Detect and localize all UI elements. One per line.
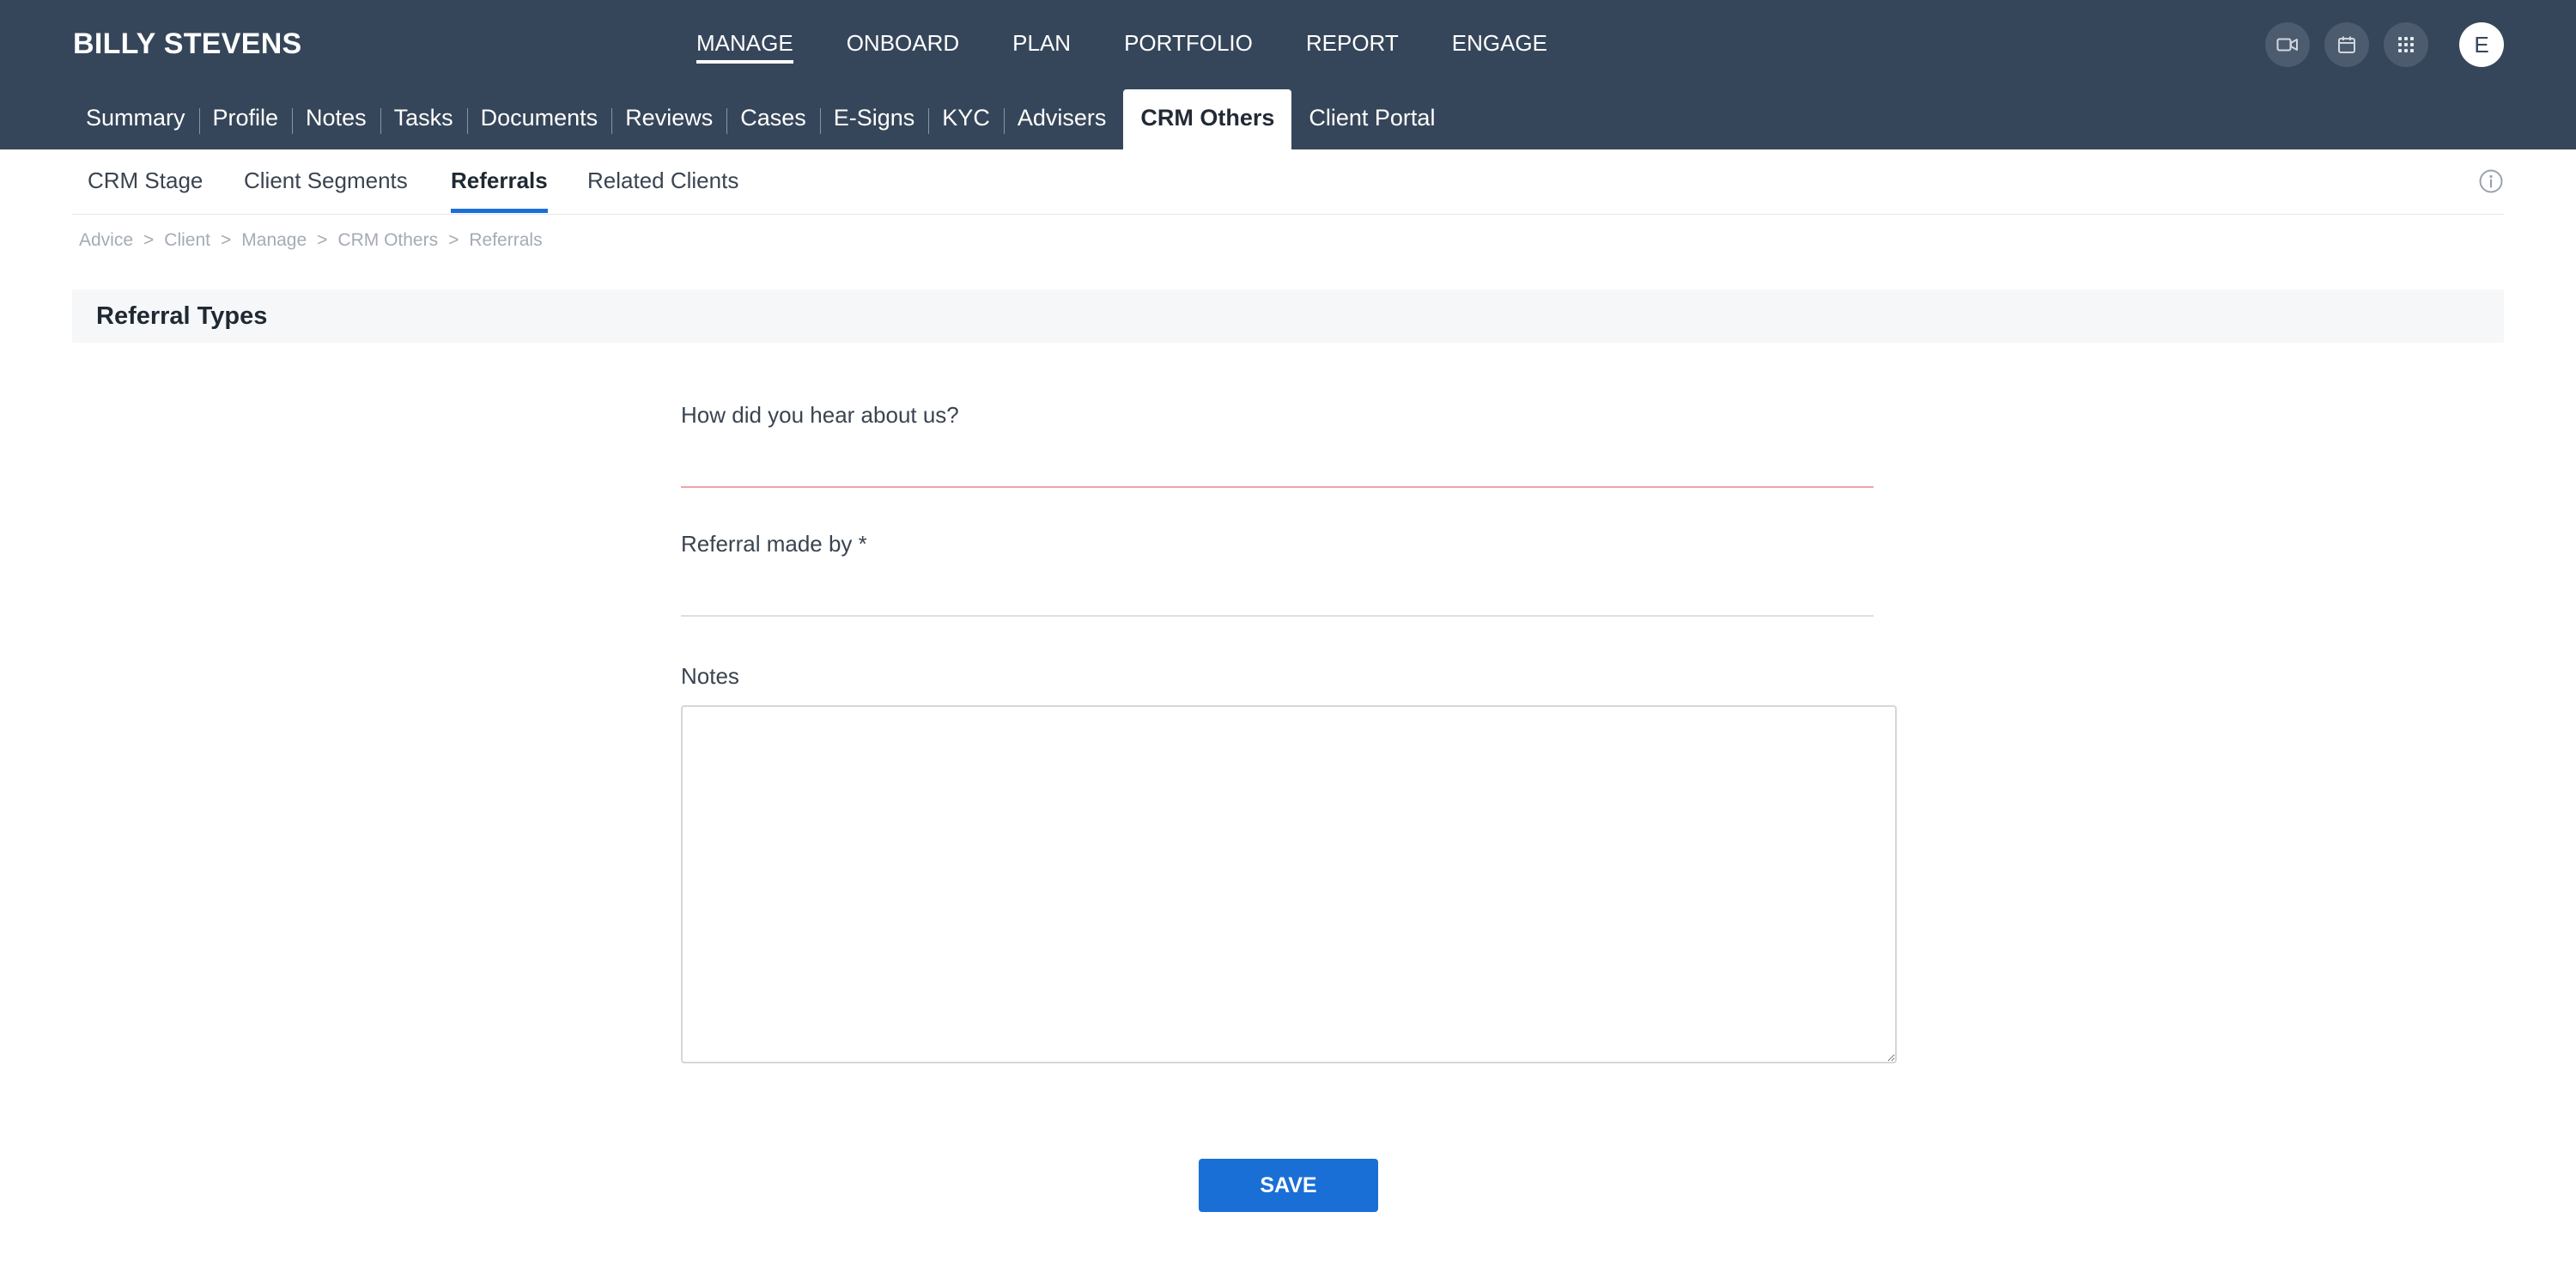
tab-cases[interactable]: Cases [726,89,820,149]
apps-grid-icon [2398,37,2414,52]
tab-reviews[interactable]: Reviews [611,89,726,149]
tab-referrals[interactable]: Referrals [451,149,548,213]
tab-advisers[interactable]: Advisers [1003,89,1121,149]
breadcrumb-crm-others[interactable]: CRM Others [337,230,438,250]
breadcrumb-separator: > [221,230,232,250]
save-button[interactable]: SAVE [1199,1159,1378,1212]
client-sub-nav: Summary Profile Notes Tasks Documents Re… [72,89,1449,149]
main-nav-engage[interactable]: ENGAGE [1452,24,1547,64]
tab-crm-stage[interactable]: CRM Stage [88,149,203,214]
info-icon[interactable] [2478,168,2504,194]
crm-tabs: CRM Stage Client Segments Referrals Rela… [72,149,2504,215]
main-nav-plan[interactable]: PLAN [1012,24,1071,64]
notes-label: Notes [681,663,739,689]
breadcrumb-separator: > [317,230,328,250]
breadcrumb: Advice > Client > Manage > CRM Others > Referral… [79,230,543,251]
video-icon [2276,38,2298,52]
section-title: Referral Types [96,302,268,330]
main-nav-portfolio[interactable]: PORTFOLIO [1124,24,1253,64]
breadcrumb-manage[interactable]: Manage [241,230,307,250]
video-call-button[interactable] [2265,22,2310,67]
client-name: BILLY STEVENS [73,27,302,60]
tab-related-clients[interactable]: Related Clients [587,149,738,214]
referral-made-by-label: Referral made by * [681,531,867,557]
tab-crm-others[interactable]: CRM Others [1123,89,1292,149]
top-header: BILLY STEVENS MANAGE ONBOARD PLAN PORTFO… [0,0,2576,149]
tab-summary[interactable]: Summary [72,89,199,149]
tab-notes[interactable]: Notes [292,89,380,149]
main-nav: MANAGE ONBOARD PLAN PORTFOLIO REPORT ENG… [696,24,1601,67]
main-nav-manage[interactable]: MANAGE [696,24,793,64]
breadcrumb-client[interactable]: Client [164,230,210,250]
tab-tasks[interactable]: Tasks [380,89,467,149]
tab-client-portal[interactable]: Client Portal [1295,89,1449,149]
tab-profile[interactable]: Profile [198,89,293,149]
tab-client-segments[interactable]: Client Segments [244,149,408,214]
apps-button[interactable] [2384,22,2428,67]
main-nav-onboard[interactable]: ONBOARD [847,24,959,64]
breadcrumb-referrals: Referrals [469,230,543,250]
breadcrumb-separator: > [448,230,459,250]
notes-textarea[interactable] [681,705,1897,1063]
heard-about-label: How did you hear about us? [681,402,959,428]
section-header: Referral Types [72,289,2504,343]
calendar-button[interactable] [2324,22,2369,67]
user-avatar[interactable]: E [2459,22,2504,67]
heard-about-input[interactable] [681,445,1874,488]
tab-e-signs[interactable]: E-Signs [819,89,929,149]
breadcrumb-advice[interactable]: Advice [79,230,133,250]
referral-made-by-input[interactable] [681,574,1874,617]
tab-kyc[interactable]: KYC [928,89,1004,149]
tab-documents[interactable]: Documents [466,89,612,149]
calendar-icon [2338,36,2355,53]
main-nav-report[interactable]: REPORT [1306,24,1399,64]
breadcrumb-separator: > [143,230,155,250]
header-actions: E [2251,22,2504,67]
